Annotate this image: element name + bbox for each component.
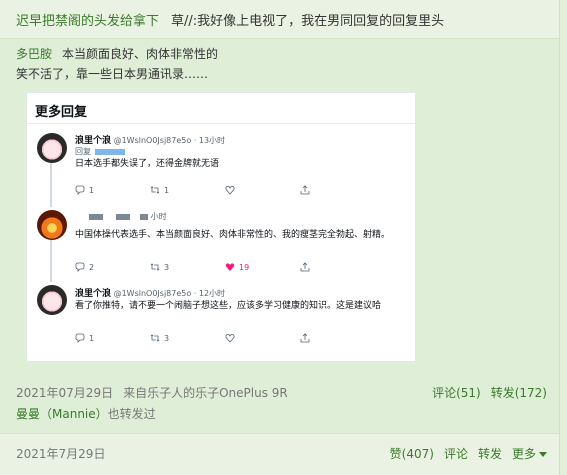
heart-icon xyxy=(225,186,235,195)
reply-to-label: 回复 xyxy=(75,147,91,156)
weibo-post-card: 迟早把禁阁的头发给拿下 草//:我好像上电视了，我在男同回复的回复里头 多巴胺 本当… xyxy=(0,0,567,475)
retweet-actions: 评论(51) 转发(172) xyxy=(422,384,547,401)
tweet-header: 小时 xyxy=(75,211,167,222)
reply-count: 1 xyxy=(89,185,95,195)
retweet-action: 3 xyxy=(150,262,225,272)
right-scrollbar-edge xyxy=(559,0,567,475)
retweet-text: 本当颜面良好、肉体非常性的 xyxy=(62,47,219,61)
share-action xyxy=(300,185,375,195)
like-action xyxy=(225,333,300,343)
also-retweeted-suffix: 也转发过 xyxy=(107,407,156,421)
repost-button[interactable]: 转发 xyxy=(478,447,502,461)
tweet-actions: 1 3 xyxy=(75,333,375,343)
caret-down-icon xyxy=(539,452,547,457)
tweet-body: 看了你推特，请不要一个闹脑子想这些，应该多学习健康的知识。这是建议哈 xyxy=(75,301,382,311)
heart-filled-icon xyxy=(225,263,235,271)
retweet-action: 3 xyxy=(150,333,225,343)
like-action: 19 xyxy=(225,262,300,272)
reply-action: 1 xyxy=(75,185,150,195)
tweet-body: 日本选手都失误了，还得金牌就无语 xyxy=(75,159,220,169)
twitter-screenshot-image[interactable]: 更多回复 浪里个浪 @1WslnO0Jsj87e5o · 13小时 回复 日本选… xyxy=(26,92,416,362)
tweet-header: 浪里个浪 @1WslnO0Jsj87e5o · 12小时 xyxy=(75,286,225,299)
retweet-action: 1 xyxy=(150,185,225,195)
screenshot-divider xyxy=(27,123,415,124)
retweet-header: 多巴胺 本当颜面良好、肉体非常性的 xyxy=(16,45,218,62)
retweet-icon xyxy=(150,186,160,194)
retweet-count: 1 xyxy=(164,185,170,195)
tweet-username: 浪里个浪 xyxy=(75,289,112,299)
tweet-username: 浪里个浪 xyxy=(75,136,112,146)
retweet-meta: 2021年07月29日 来自乐子人的乐子OnePlus 9R xyxy=(16,384,288,401)
tweet-handle: 小时 xyxy=(150,212,167,221)
tweet-handle: @1WslnO0Jsj87e5o · 12小时 xyxy=(113,289,226,298)
also-retweeted-user-link[interactable]: 曼曼（Mannie） xyxy=(16,407,108,421)
avatar xyxy=(37,133,67,163)
retweet-time-link[interactable]: 2021年07月29日 xyxy=(16,386,113,400)
share-icon xyxy=(300,333,310,343)
footer-divider xyxy=(0,433,567,434)
like-count: 19 xyxy=(239,262,250,272)
share-icon xyxy=(300,262,310,272)
share-action xyxy=(300,262,375,272)
share-action xyxy=(300,333,375,343)
tweet-header: 浪里个浪 @1WslnO0Jsj87e5o · 13小时 xyxy=(75,133,225,146)
redacted-mention xyxy=(95,148,125,155)
post-header: 迟早把禁阁的头发给拿下 草//:我好像上电视了，我在男同回复的回复里头 xyxy=(16,10,444,29)
like-action xyxy=(225,185,300,195)
post-author-link[interactable]: 迟早把禁阁的头发给拿下 xyxy=(16,14,159,29)
thread-line xyxy=(50,163,52,207)
retweet-count: 3 xyxy=(164,333,170,343)
reply-action: 1 xyxy=(75,333,150,343)
tweet-actions: 2 3 19 xyxy=(75,262,375,272)
retweet-source: 来自乐子人的乐子OnePlus 9R xyxy=(123,386,288,400)
reply-icon xyxy=(75,185,85,195)
tweet-actions: 1 1 xyxy=(75,185,375,195)
screenshot-title: 更多回复 xyxy=(35,105,88,120)
reply-count: 2 xyxy=(89,262,95,272)
retweet-icon xyxy=(150,263,160,271)
thread-line xyxy=(50,240,52,282)
retweet-author-link[interactable]: 多巴胺 xyxy=(16,47,52,61)
redacted-name xyxy=(115,213,130,220)
retweet-icon xyxy=(150,334,160,342)
comment-button[interactable]: 评论 xyxy=(444,447,468,461)
post-text: 草//:我好像上电视了，我在男同回复的回复里头 xyxy=(171,14,445,29)
more-button[interactable]: 更多 xyxy=(512,447,547,461)
like-button[interactable]: 赞(407) xyxy=(390,447,434,461)
heart-icon xyxy=(225,334,235,343)
retweet-text-line2: 笑不活了，靠一些日本男通讯录…… xyxy=(16,67,209,81)
tweet-body: 中国体操代表选手、本当颜面良好、肉体非常性的、我的瘦茎完全勃起、射精。 xyxy=(75,230,391,240)
share-icon xyxy=(300,185,310,195)
post-date-link[interactable]: 2021年7月29日 xyxy=(16,445,105,462)
retweet-comment-link[interactable]: 评论(51) xyxy=(432,386,481,400)
reply-icon xyxy=(75,262,85,272)
reply-action: 2 xyxy=(75,262,150,272)
redacted-handle xyxy=(140,213,149,220)
retweet-repost-link[interactable]: 转发(172) xyxy=(491,386,547,400)
avatar xyxy=(37,285,67,315)
retweet-box: 多巴胺 本当颜面良好、肉体非常性的 笑不活了，靠一些日本男通讯录…… 更多回复 浪… xyxy=(0,38,567,433)
also-retweeted: 曼曼（Mannie）也转发过 xyxy=(16,405,156,422)
reply-count: 1 xyxy=(89,333,95,343)
retweet-count: 3 xyxy=(164,262,170,272)
avatar xyxy=(37,210,67,240)
redacted-name xyxy=(89,213,103,220)
more-label: 更多 xyxy=(511,447,536,461)
post-actions: 赞(407) 评论 转发 更多 xyxy=(380,445,547,462)
reply-icon xyxy=(75,333,85,343)
tweet-handle: @1WslnO0Jsj87e5o · 13小时 xyxy=(113,136,226,145)
tweet-reply-to: 回复 xyxy=(75,146,125,157)
